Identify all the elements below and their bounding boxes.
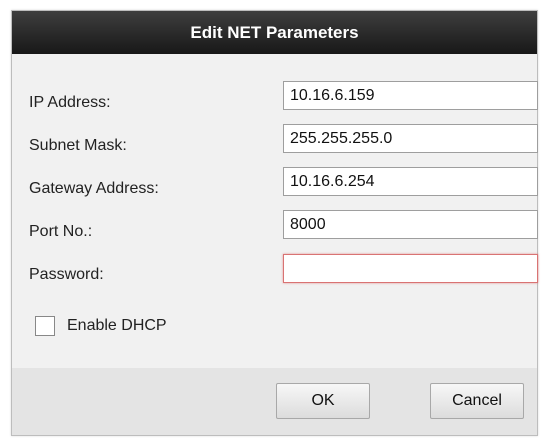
ip-address-label: IP Address: — [29, 94, 111, 111]
dialog-footer: OK Cancel — [12, 368, 537, 435]
port-number-label: Port No.: — [29, 223, 93, 240]
port-number-field[interactable] — [283, 210, 538, 239]
gateway-address-field[interactable] — [283, 167, 538, 196]
gateway-address-label: Gateway Address: — [29, 180, 159, 197]
enable-dhcp-label[interactable]: Enable DHCP — [67, 316, 167, 336]
dialog-title: Edit NET Parameters — [12, 11, 537, 54]
ok-button[interactable]: OK — [276, 383, 370, 419]
subnet-mask-field[interactable] — [283, 124, 538, 153]
password-label: Password: — [29, 266, 104, 283]
cancel-button[interactable]: Cancel — [430, 383, 524, 419]
edit-net-parameters-dialog: Edit NET Parameters IP Address: Subnet M… — [11, 10, 538, 436]
ip-address-field[interactable] — [283, 81, 538, 110]
subnet-mask-label: Subnet Mask: — [29, 137, 127, 154]
enable-dhcp-checkbox[interactable] — [35, 316, 55, 336]
password-field[interactable] — [283, 254, 538, 283]
